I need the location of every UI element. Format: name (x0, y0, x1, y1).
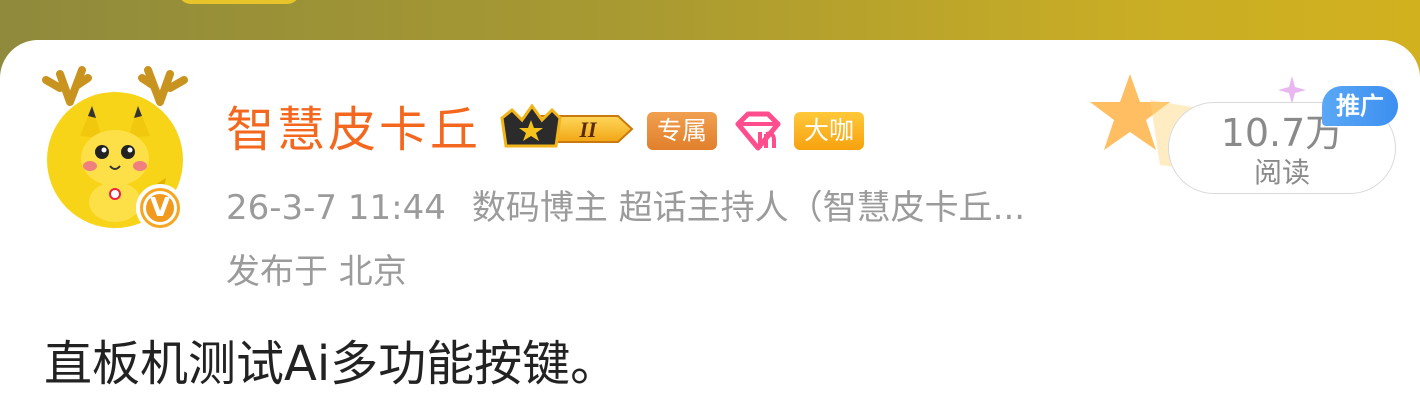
verified-v-icon: V (136, 184, 184, 232)
top-tab-chip[interactable] (178, 0, 300, 4)
exclusive-tag[interactable]: 专属 (647, 112, 717, 150)
sparkle-icon (1278, 76, 1306, 104)
post-card: V 智慧皮卡丘 II 专属 大咖 26-3-7 11:44 数码博主 超话主持人（… (0, 40, 1420, 415)
post-time: 26-3-7 11:44 (226, 188, 446, 228)
avatar[interactable]: V (40, 66, 190, 236)
read-label: 阅读 (1253, 156, 1310, 189)
level-numeral: II (578, 117, 598, 142)
username[interactable]: 智慧皮卡丘 (226, 100, 481, 160)
gem-icon[interactable] (730, 108, 786, 154)
post-content[interactable]: 直板机测试Ai多功能按键。 (44, 334, 618, 394)
post-meta: 26-3-7 11:44 数码博主 超话主持人（智慧皮卡丘... (226, 186, 1126, 230)
author-identity[interactable]: 数码博主 超话主持人（智慧皮卡丘... (472, 188, 1025, 228)
vip-tag[interactable]: 大咖 (794, 112, 864, 150)
promo-badge[interactable]: 推广 (1322, 86, 1398, 126)
crown-level-badge[interactable]: II (500, 104, 636, 154)
post-location: 发布于 北京 (226, 252, 407, 292)
